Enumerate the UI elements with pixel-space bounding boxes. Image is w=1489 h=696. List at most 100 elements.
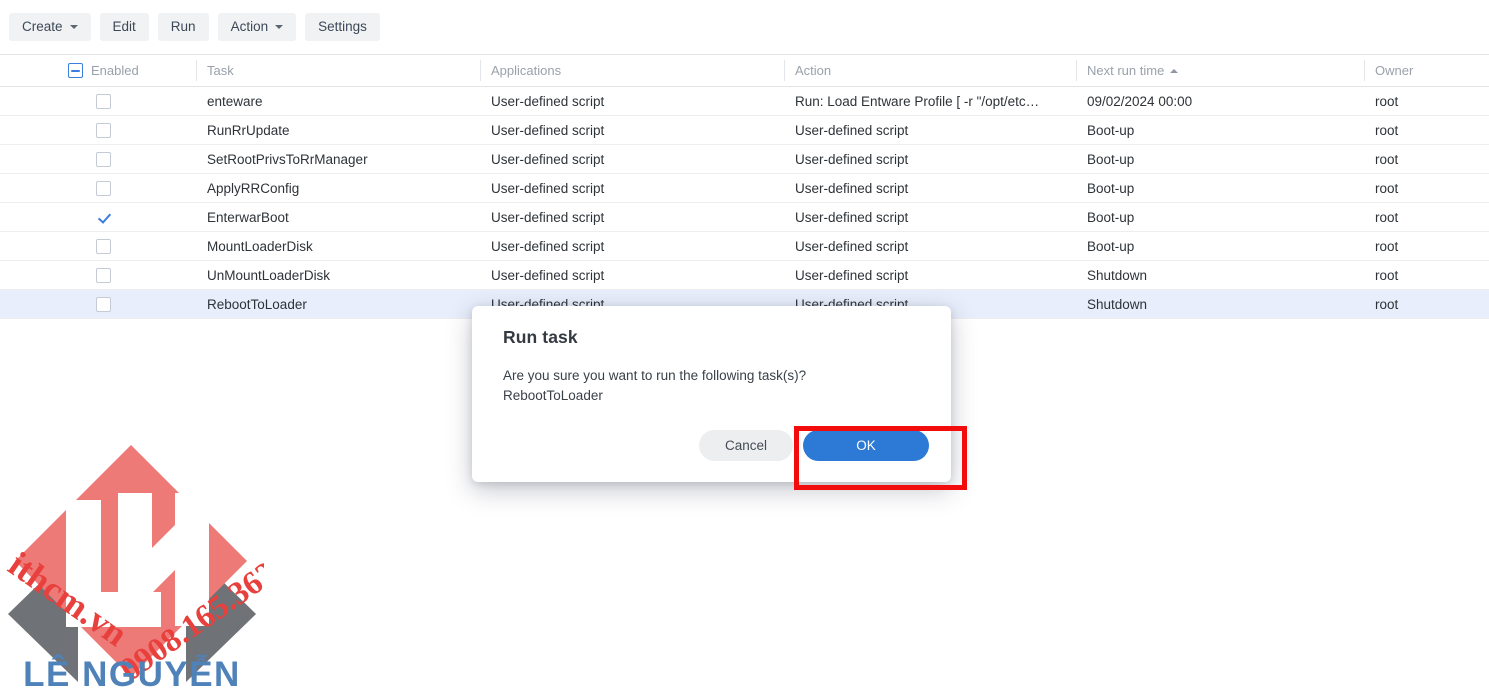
- cell-applications: User-defined script: [480, 260, 784, 290]
- table-row[interactable]: RunRrUpdate User-defined script User-defin…: [0, 115, 1489, 145]
- column-header-action-label: Action: [795, 63, 832, 78]
- toolbar: Create Edit Run Action Settings: [0, 0, 1489, 54]
- cell-action: User-defined script: [784, 202, 1076, 232]
- cell-next-run-time: Boot-up: [1076, 202, 1364, 232]
- settings-button[interactable]: Settings: [305, 13, 380, 41]
- action-button-label: Action: [230, 19, 269, 35]
- cell-enabled[interactable]: [0, 86, 196, 116]
- cell-action: Run: Load Entware Profile [ -r "/opt/etc…: [784, 86, 1076, 116]
- row-checkbox-checked[interactable]: [96, 209, 111, 225]
- dialog-button-bar: Cancel OK: [698, 430, 929, 461]
- cell-task: EnterwarBoot: [196, 202, 480, 232]
- table-row[interactable]: UnMountLoaderDisk User-defined script User…: [0, 260, 1489, 290]
- cell-enabled[interactable]: [0, 202, 196, 232]
- column-header-applications-label: Applications: [491, 63, 562, 78]
- row-checkbox[interactable]: [96, 93, 111, 109]
- table-header-row: Enabled Task Applications Action Next ru…: [0, 54, 1489, 87]
- cell-applications: User-defined script: [480, 202, 784, 232]
- cell-next-run-time: Boot-up: [1076, 231, 1364, 261]
- cell-task: MountLoaderDisk: [196, 231, 480, 261]
- cell-task: RebootToLoader: [196, 289, 480, 319]
- row-checkbox[interactable]: [96, 122, 111, 138]
- run-button[interactable]: Run: [157, 13, 209, 41]
- edit-button-label: Edit: [112, 19, 136, 35]
- chevron-down-icon: [69, 25, 78, 29]
- task-table: Enabled Task Applications Action Next ru…: [0, 54, 1489, 319]
- cell-applications: User-defined script: [480, 173, 784, 203]
- watermark-logo-graphic: ithcm.vn 0908.165.362 LÊ NGUYỄN: [1, 445, 283, 694]
- cell-enabled[interactable]: [0, 173, 196, 203]
- cell-action: User-defined script: [784, 231, 1076, 261]
- dialog-message-line-1: Are you sure you want to run the followi…: [503, 368, 807, 383]
- table-row[interactable]: EnterwarBoot User-defined script User-defi…: [0, 202, 1489, 232]
- select-all-checkbox[interactable]: [68, 63, 83, 78]
- chevron-down-icon: [275, 25, 284, 29]
- row-checkbox[interactable]: [96, 296, 111, 312]
- cell-action: User-defined script: [784, 144, 1076, 174]
- column-header-owner[interactable]: Owner: [1364, 54, 1489, 87]
- cell-action: User-defined script: [784, 260, 1076, 290]
- cell-next-run-time: Boot-up: [1076, 144, 1364, 174]
- column-header-applications[interactable]: Applications: [480, 54, 784, 87]
- cell-enabled[interactable]: [0, 289, 196, 319]
- cell-applications: User-defined script: [480, 86, 784, 116]
- cancel-button[interactable]: Cancel: [698, 430, 793, 461]
- table-row[interactable]: enteware User-defined script Run: Load Ent…: [0, 86, 1489, 116]
- column-header-enabled[interactable]: Enabled: [0, 54, 196, 87]
- watermark-logo: ithcm.vn 0908.165.362 LÊ NGUYỄN: [0, 430, 283, 694]
- watermark-site-text: ithcm.vn: [1, 544, 135, 654]
- table-row[interactable]: SetRootPrivsToRrManager User-defined scri…: [0, 144, 1489, 174]
- cell-task: SetRootPrivsToRrManager: [196, 144, 480, 174]
- task-scheduler-table-container: Enabled Task Applications Action Next ru…: [0, 54, 1489, 319]
- run-task-dialog: Run task Are you sure you want to run th…: [472, 306, 951, 482]
- cell-next-run-time: Boot-up: [1076, 173, 1364, 203]
- cell-action: User-defined script: [784, 173, 1076, 203]
- table-row[interactable]: MountLoaderDisk User-defined script User-d…: [0, 231, 1489, 261]
- column-header-next-run-time[interactable]: Next run time: [1076, 54, 1364, 87]
- column-header-enabled-label: Enabled: [91, 63, 139, 78]
- row-checkbox[interactable]: [96, 267, 111, 283]
- cell-enabled[interactable]: [0, 231, 196, 261]
- row-checkbox[interactable]: [96, 238, 111, 254]
- cell-owner: root: [1364, 173, 1489, 203]
- settings-button-label: Settings: [318, 19, 367, 35]
- cell-enabled[interactable]: [0, 260, 196, 290]
- cell-applications: User-defined script: [480, 115, 784, 145]
- cell-task: RunRrUpdate: [196, 115, 480, 145]
- cell-owner: root: [1364, 260, 1489, 290]
- cell-action: User-defined script: [784, 115, 1076, 145]
- action-button[interactable]: Action: [217, 13, 297, 41]
- watermark-brand-text: LÊ NGUYỄN: [23, 654, 241, 693]
- sort-ascending-icon: [1170, 69, 1179, 73]
- table-body: enteware User-defined script Run: Load Ent…: [0, 86, 1489, 319]
- cell-task: UnMountLoaderDisk: [196, 260, 480, 290]
- cell-next-run-time: Shutdown: [1076, 260, 1364, 290]
- cell-owner: root: [1364, 86, 1489, 116]
- edit-button[interactable]: Edit: [99, 13, 149, 41]
- cell-owner: root: [1364, 231, 1489, 261]
- run-button-label: Run: [170, 19, 196, 35]
- cell-next-run-time: Boot-up: [1076, 115, 1364, 145]
- cell-applications: User-defined script: [480, 231, 784, 261]
- cell-enabled[interactable]: [0, 115, 196, 145]
- table-row[interactable]: ApplyRRConfig User-defined script User-def…: [0, 173, 1489, 203]
- cell-owner: root: [1364, 202, 1489, 232]
- dialog-message: Are you sure you want to run the followi…: [503, 366, 923, 406]
- cell-owner: root: [1364, 144, 1489, 174]
- create-button[interactable]: Create: [9, 13, 91, 41]
- cell-task: ApplyRRConfig: [196, 173, 480, 203]
- cell-owner: root: [1364, 289, 1489, 319]
- cell-enabled[interactable]: [0, 144, 196, 174]
- watermark-phone-text: 0908.165.362: [114, 555, 264, 689]
- row-checkbox[interactable]: [96, 180, 111, 196]
- column-header-task[interactable]: Task: [196, 54, 480, 87]
- dialog-title: Run task: [503, 327, 578, 347]
- column-header-owner-label: Owner: [1375, 63, 1414, 78]
- ok-button[interactable]: OK: [803, 430, 929, 461]
- column-header-action[interactable]: Action: [784, 54, 1076, 87]
- cell-applications: User-defined script: [480, 144, 784, 174]
- column-header-next-run-time-label: Next run time: [1087, 63, 1165, 78]
- table-header: Enabled Task Applications Action Next ru…: [0, 54, 1489, 87]
- cell-next-run-time: Shutdown: [1076, 289, 1364, 319]
- row-checkbox[interactable]: [96, 151, 111, 167]
